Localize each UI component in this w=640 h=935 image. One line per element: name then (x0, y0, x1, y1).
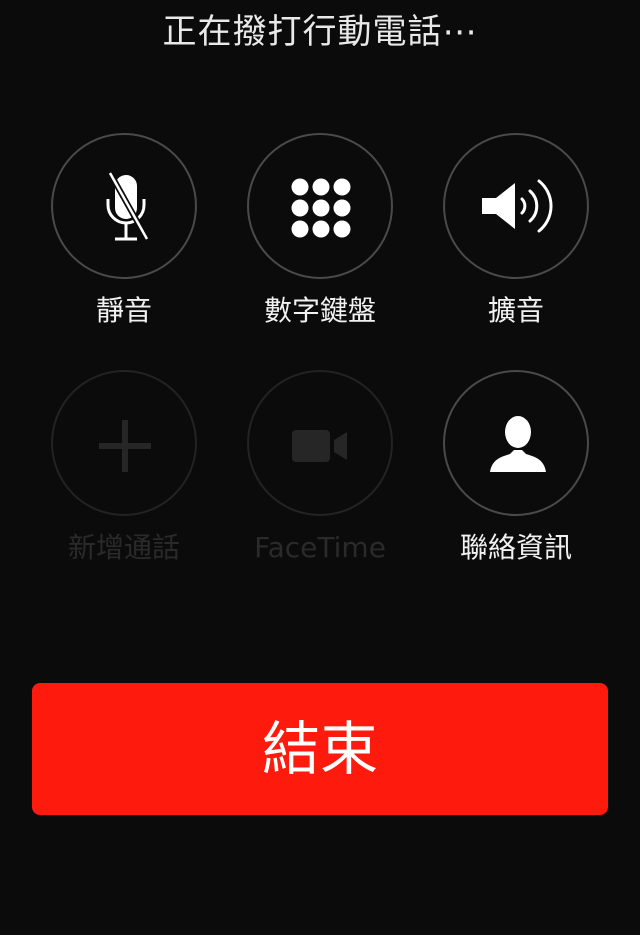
speaker-button[interactable]: 擴音 (418, 133, 614, 329)
call-controls-grid: 靜音 數字鍵盤 擴音 新增通話 FaceTime 聯絡資訊 (0, 0, 640, 600)
speaker-icon (482, 179, 553, 233)
keypad-dots-icon (291, 178, 351, 238)
video-camera-icon (292, 430, 347, 462)
contacts-button[interactable]: 聯絡資訊 (418, 370, 614, 566)
end-call-button[interactable]: 結束 (32, 683, 608, 815)
keypad-button-circle[interactable] (247, 133, 393, 279)
speaker-button-circle[interactable] (443, 133, 589, 279)
contacts-label: 聯絡資訊 (459, 531, 572, 564)
mute-button-circle[interactable] (51, 133, 197, 279)
mute-label: 靜音 (95, 294, 152, 327)
keypad-button[interactable]: 數字鍵盤 (222, 133, 418, 329)
add-call-label: 新增通話 (67, 531, 180, 564)
facetime-label: FaceTime (254, 531, 386, 564)
microphone-muted-icon (106, 171, 150, 241)
add-call-button-circle[interactable] (51, 370, 197, 516)
keypad-label: 數字鍵盤 (263, 294, 376, 327)
plus-icon (99, 420, 151, 472)
contact-person-icon (490, 416, 546, 472)
contacts-button-circle[interactable] (443, 370, 589, 516)
facetime-button[interactable]: FaceTime (222, 370, 418, 566)
speaker-label: 擴音 (487, 294, 544, 327)
mute-button[interactable]: 靜音 (26, 133, 222, 329)
facetime-button-circle[interactable] (247, 370, 393, 516)
add-call-button[interactable]: 新增通話 (26, 370, 222, 566)
